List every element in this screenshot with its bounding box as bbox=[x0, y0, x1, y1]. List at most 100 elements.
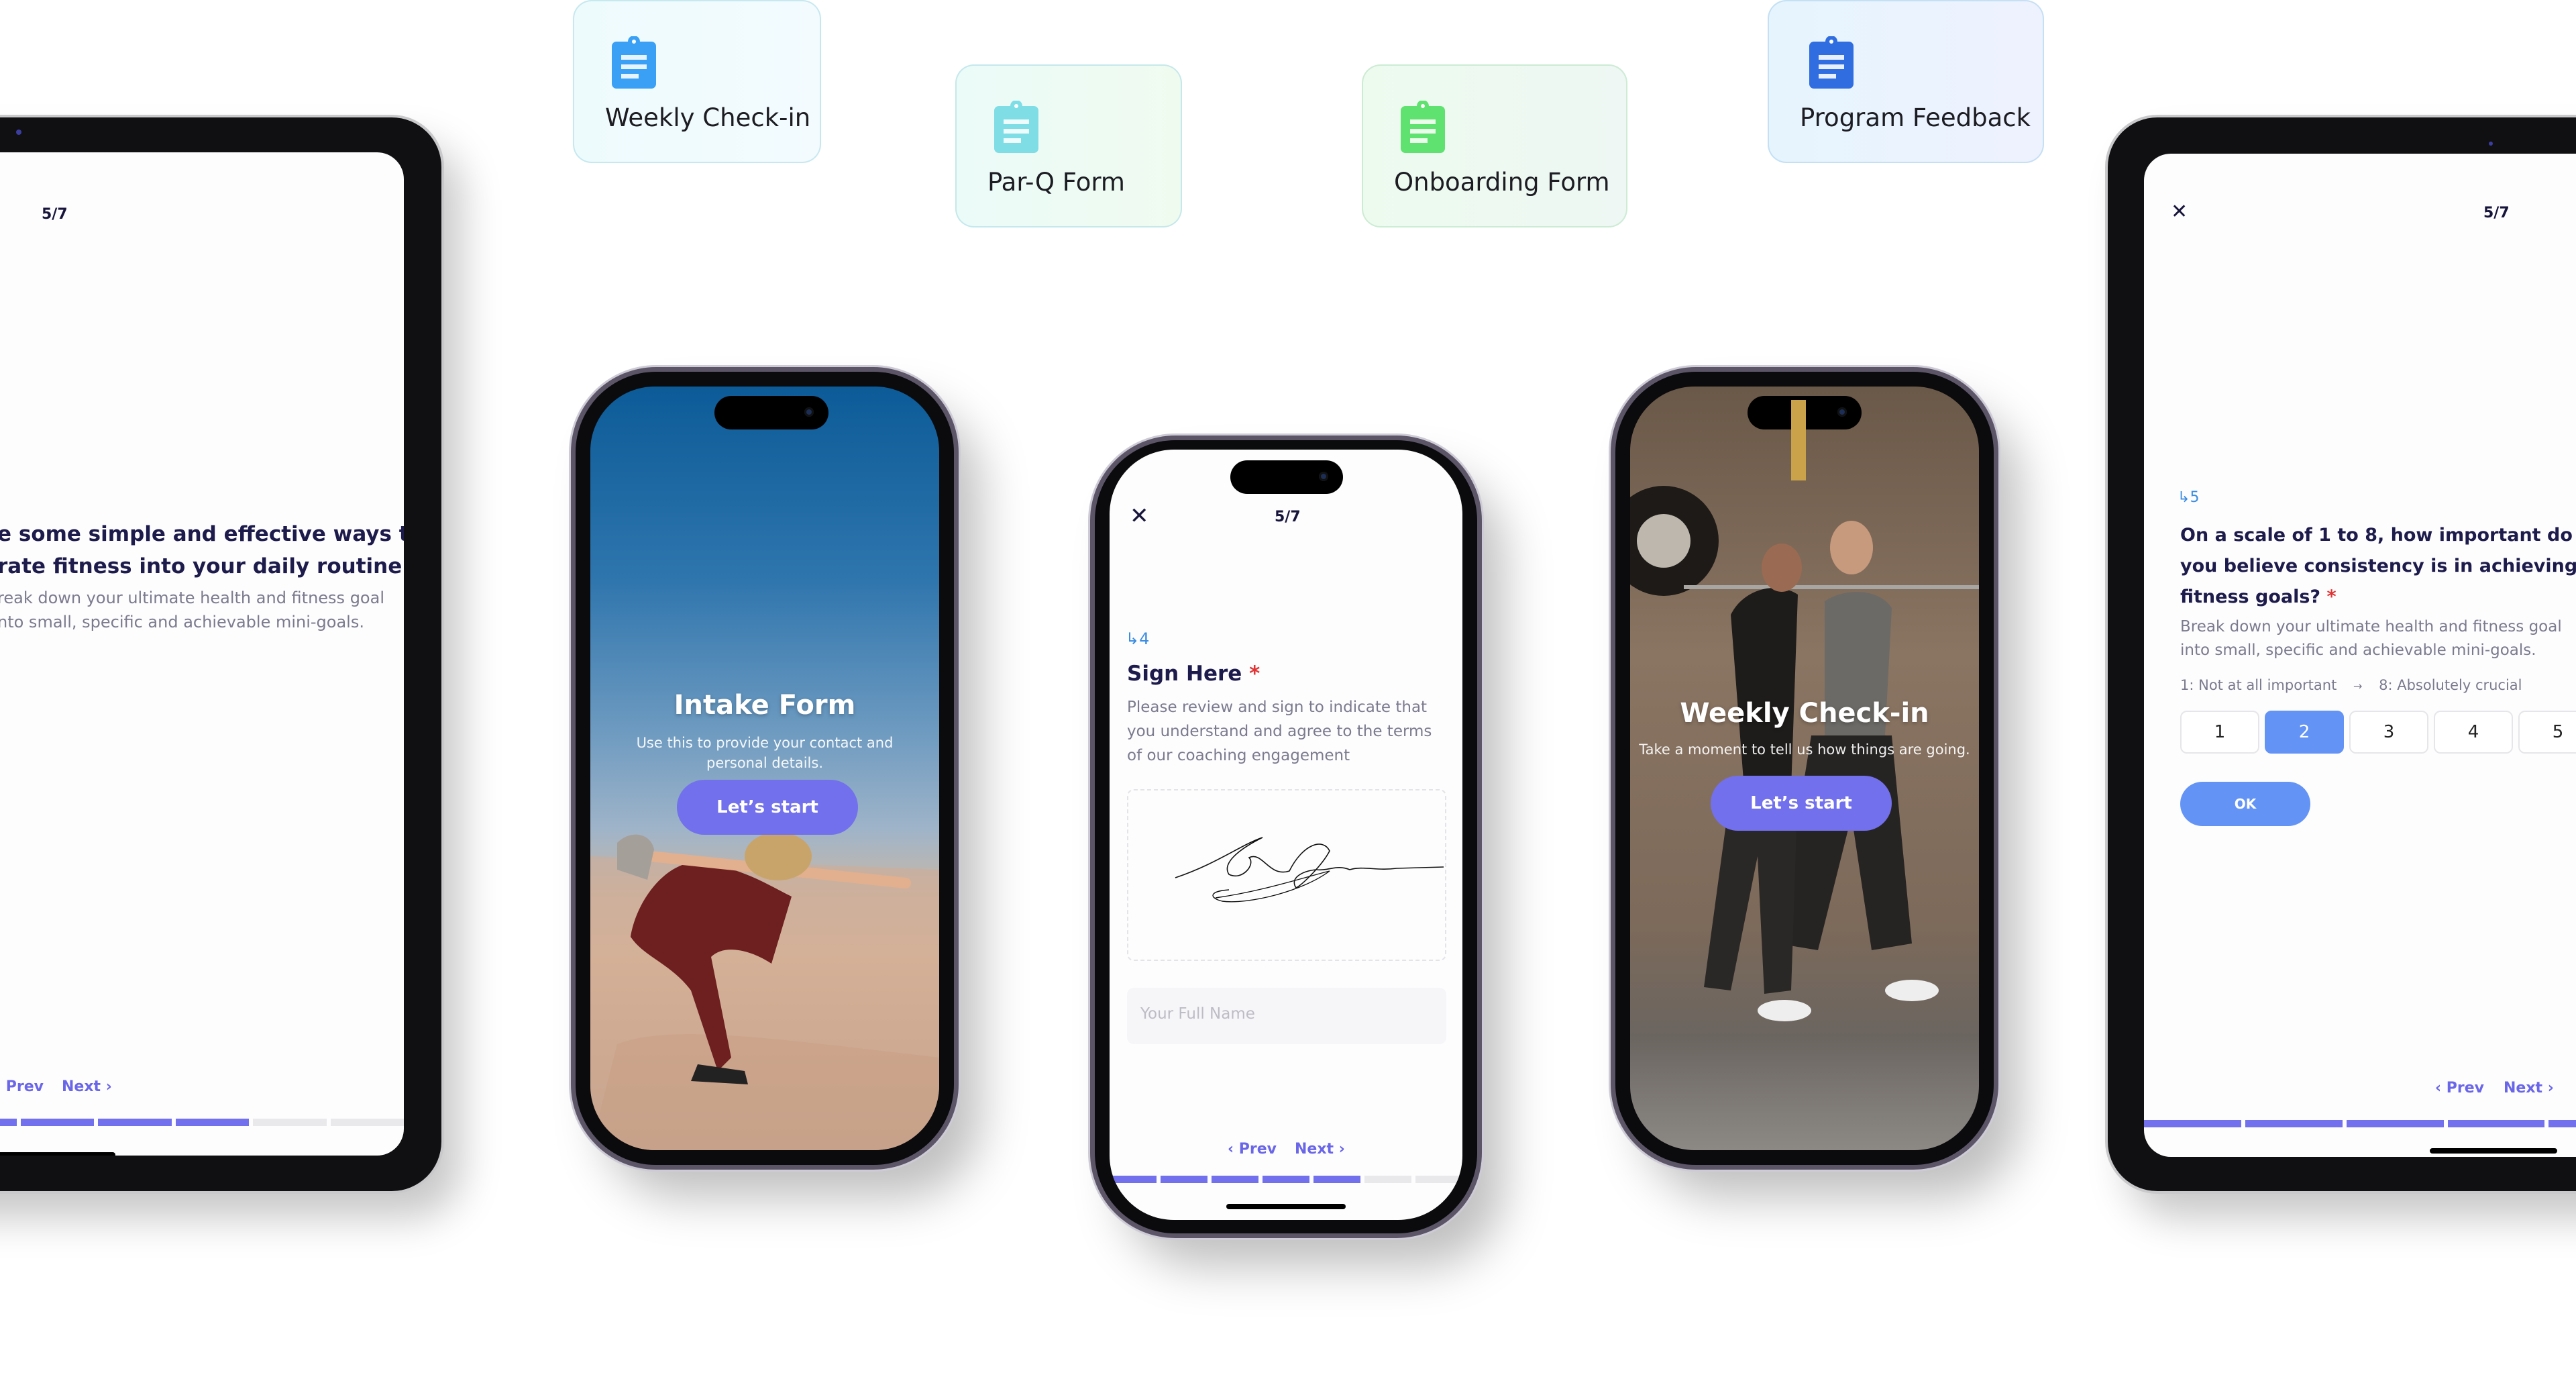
arrow-right-icon: → bbox=[2353, 680, 2363, 693]
progress-segment-complete bbox=[98, 1119, 172, 1126]
signature-drawing bbox=[1175, 837, 1444, 903]
progress-segment-complete bbox=[2447, 1120, 2545, 1127]
signature-phone: ✕ 5/7 ↳4 Sign Here * Please review and s… bbox=[1095, 440, 1477, 1233]
scale-option-1[interactable]: 1 bbox=[2180, 711, 2259, 754]
progress-segment-complete bbox=[2144, 1120, 2241, 1127]
progress-bar bbox=[0, 1119, 404, 1126]
chevron-left-icon: ‹ bbox=[2435, 1080, 2447, 1096]
clipboard-icon bbox=[612, 36, 656, 89]
scale-max-label: 8: Absolutely crucial bbox=[2379, 677, 2522, 693]
close-icon[interactable]: ✕ bbox=[2171, 202, 2188, 222]
form-card-label: Weekly Check-in bbox=[605, 103, 811, 132]
close-icon[interactable]: ✕ bbox=[1130, 505, 1149, 527]
prev-button[interactable]: ‹ Prev bbox=[1228, 1141, 1277, 1158]
next-label: Next bbox=[2504, 1080, 2543, 1096]
scale-option-5[interactable]: 5 bbox=[2518, 711, 2576, 754]
form-title: Intake Form bbox=[674, 690, 856, 721]
form-card-onboarding[interactable]: Onboarding Form bbox=[1362, 64, 1627, 227]
form-subtitle: Take a moment to tell us how things are … bbox=[1639, 742, 1970, 758]
progress-segment-complete bbox=[1161, 1176, 1208, 1183]
next-button[interactable]: Next › bbox=[1295, 1141, 1345, 1158]
form-card-label: Program Feedback bbox=[1800, 103, 2031, 132]
progress-segment-complete bbox=[175, 1119, 250, 1126]
progress-segment-complete bbox=[1313, 1176, 1360, 1183]
home-indicator bbox=[0, 1152, 115, 1156]
scale-option-4[interactable]: 4 bbox=[2434, 711, 2513, 754]
progress-bar bbox=[1110, 1176, 1462, 1183]
signature-pad[interactable] bbox=[1127, 789, 1446, 961]
left-tablet-screen: 5/7 e some simple and effective ways to … bbox=[0, 152, 404, 1156]
right-tablet-screen: ✕ 5/7 ↳5 On a scale of 1 to 8, how impor… bbox=[2144, 154, 2576, 1157]
progress-segment-pending bbox=[1364, 1176, 1411, 1183]
question-title-line: rate fitness into your daily routine bbox=[0, 554, 402, 578]
chevron-right-icon: › bbox=[1334, 1141, 1345, 1158]
weekly-check-in-phone: Weekly Check-in Take a moment to tell us… bbox=[1615, 372, 1994, 1165]
step-counter: 5/7 bbox=[2483, 205, 2510, 221]
arrow-return-icon: ↳ bbox=[2178, 489, 2190, 506]
lets-start-button[interactable]: Let’s start bbox=[1711, 776, 1892, 831]
scale-option-2[interactable]: 2 bbox=[2265, 711, 2344, 754]
weekly-check-in-screen: Weekly Check-in Take a moment to tell us… bbox=[1630, 387, 1979, 1150]
next-button[interactable]: Next › bbox=[62, 1078, 112, 1095]
progress-bar bbox=[2144, 1120, 2576, 1127]
ok-button[interactable]: OK bbox=[2180, 782, 2310, 826]
progress-segment-complete bbox=[2548, 1120, 2576, 1127]
clipboard-icon bbox=[1401, 101, 1445, 153]
camera-dots bbox=[16, 130, 21, 135]
lets-start-button[interactable]: Let’s start bbox=[677, 780, 858, 835]
form-card-weekly-check-in[interactable]: Weekly Check-in bbox=[573, 0, 821, 163]
form-card-label: Par-Q Form bbox=[987, 168, 1125, 197]
next-button[interactable]: Next › bbox=[2504, 1080, 2554, 1096]
question-title-text: Sign Here bbox=[1127, 662, 1242, 686]
question-description: reak down your ultimate health and fitne… bbox=[0, 586, 384, 634]
progress-segment-pending bbox=[330, 1119, 404, 1126]
clipboard-icon bbox=[994, 101, 1038, 153]
form-subtitle: Use this to provide your contact and per… bbox=[636, 735, 894, 771]
home-indicator bbox=[1226, 1204, 1346, 1209]
question-description-line: nto small, specific and achievable mini-… bbox=[0, 613, 364, 631]
hero-photo-figures bbox=[1630, 400, 1979, 1021]
scale-min-label: 1: Not at all important bbox=[2180, 677, 2337, 693]
progress-segment-pending bbox=[1415, 1176, 1462, 1183]
form-card-par-q[interactable]: Par-Q Form bbox=[955, 64, 1182, 227]
progress-segment-complete bbox=[2346, 1120, 2444, 1127]
camera-dots bbox=[2489, 142, 2493, 146]
intake-form-screen: Intake Form Use this to provide your con… bbox=[590, 387, 939, 1150]
next-label: Next bbox=[1295, 1141, 1334, 1158]
prev-label: Prev bbox=[1238, 1141, 1277, 1158]
progress-segment-pending bbox=[253, 1119, 327, 1126]
step-counter: 5/7 bbox=[42, 206, 68, 223]
question-number: ↳5 bbox=[2178, 489, 2199, 506]
signature-screen: ✕ 5/7 ↳4 Sign Here * Please review and s… bbox=[1110, 450, 1462, 1220]
question-description-line: reak down your ultimate health and fitne… bbox=[0, 589, 384, 607]
question-number: ↳4 bbox=[1126, 629, 1149, 648]
prev-button[interactable]: ‹ Prev bbox=[2435, 1080, 2484, 1096]
full-name-placeholder: Your Full Name bbox=[1140, 1005, 1255, 1023]
full-name-input[interactable]: Your Full Name bbox=[1127, 988, 1446, 1044]
question-title-text: On a scale of 1 to 8, how important do y… bbox=[2180, 525, 2576, 607]
step-counter: 5/7 bbox=[1275, 509, 1301, 525]
progress-segment-complete bbox=[2245, 1120, 2343, 1127]
intake-form-phone: Intake Form Use this to provide your con… bbox=[576, 372, 954, 1165]
right-tablet: ✕ 5/7 ↳5 On a scale of 1 to 8, how impor… bbox=[2108, 117, 2576, 1191]
scale-option-3[interactable]: 3 bbox=[2349, 711, 2428, 754]
form-title: Weekly Check-in bbox=[1680, 698, 1929, 729]
prev-button[interactable]: ‹ Prev bbox=[0, 1078, 44, 1095]
progress-segment-complete bbox=[1110, 1176, 1157, 1183]
camera-icon bbox=[1319, 472, 1328, 481]
question-number-value: 4 bbox=[1139, 629, 1150, 648]
rating-scale: 1 2 3 4 5 bbox=[2180, 711, 2576, 754]
form-card-program-feedback[interactable]: Program Feedback bbox=[1768, 0, 2044, 163]
chevron-left-icon: ‹ bbox=[1228, 1141, 1239, 1158]
chevron-right-icon: › bbox=[2542, 1080, 2554, 1096]
next-label: Next bbox=[62, 1078, 101, 1095]
dynamic-island bbox=[1230, 460, 1343, 494]
prev-label: Prev bbox=[5, 1078, 44, 1095]
question-description: Please review and sign to indicate that … bbox=[1127, 699, 1432, 764]
progress-segment-complete bbox=[0, 1119, 17, 1126]
required-mark: * bbox=[2326, 586, 2337, 607]
question-number-value: 5 bbox=[2190, 489, 2200, 506]
prev-label: Prev bbox=[2446, 1080, 2484, 1096]
chevron-right-icon: › bbox=[101, 1078, 112, 1095]
question-description: Break down your ultimate health and fitn… bbox=[2180, 618, 2562, 659]
